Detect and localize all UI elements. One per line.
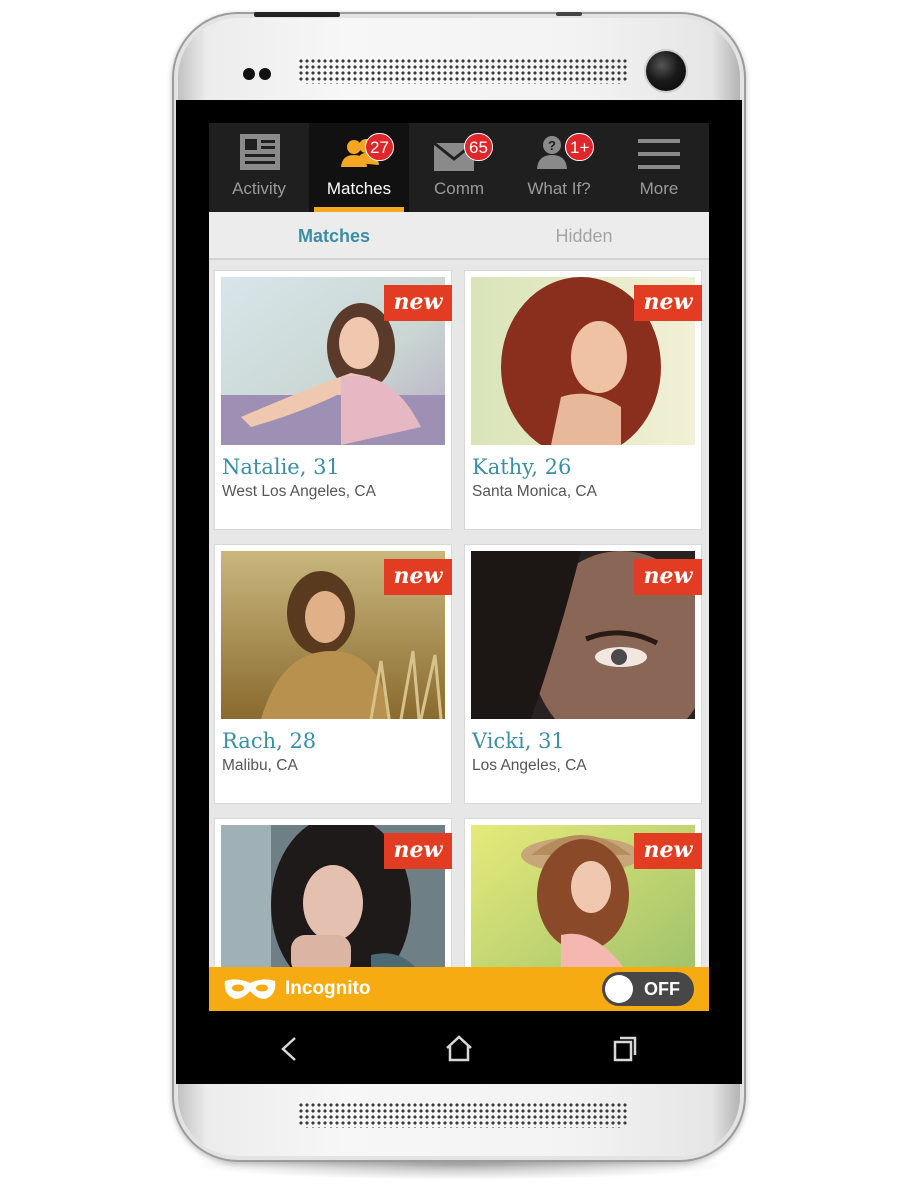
app-screen: Activity 27 Matches 65 Comm ? 1+ What If… <box>209 123 709 1011</box>
toggle-state-label: OFF <box>644 979 680 999</box>
new-badge: new <box>384 559 452 595</box>
top-speaker-grille <box>298 58 628 84</box>
match-location: Santa Monica, CA <box>472 483 597 500</box>
menu-icon <box>638 139 680 169</box>
top-tab-bar: Activity 27 Matches 65 Comm ? 1+ What If… <box>209 123 709 212</box>
tab-more[interactable]: More <box>609 123 709 212</box>
match-name: Vicki, 31 <box>472 729 565 753</box>
tab-label-matches: Matches <box>326 179 392 198</box>
newspaper-icon <box>240 134 280 170</box>
match-name: Rach, 28 <box>222 729 317 753</box>
incognito-label: Incognito <box>285 978 371 999</box>
tab-what-if[interactable]: ? 1+ What If? <box>509 123 609 212</box>
recent-apps-icon[interactable] <box>605 1032 645 1066</box>
subtab-matches[interactable]: Matches <box>209 212 459 258</box>
tab-matches[interactable]: 27 Matches <box>309 123 409 212</box>
match-location: West Los Angeles, CA <box>222 483 376 500</box>
toggle-knob <box>605 975 633 1003</box>
back-icon[interactable] <box>269 1032 309 1066</box>
power-button <box>254 12 340 17</box>
match-location: Malibu, CA <box>222 757 298 774</box>
tab-label-comm: Comm <box>433 179 485 198</box>
mask-icon <box>224 979 276 999</box>
match-card[interactable]: new Natalie, 31 West Los Angeles, CA <box>214 270 452 530</box>
tab-label-activity: Activity <box>232 179 286 198</box>
new-badge: new <box>384 285 452 321</box>
sub-tab-bar: Matches Hidden <box>209 212 709 260</box>
new-badge: new <box>634 833 702 869</box>
tab-activity[interactable]: Activity <box>209 123 309 212</box>
ir-sensor <box>556 12 582 16</box>
android-nav-bar <box>209 1012 709 1084</box>
match-name: Kathy, 26 <box>472 455 572 479</box>
subtab-hidden[interactable]: Hidden <box>459 212 709 258</box>
new-badge: new <box>384 833 452 869</box>
match-name: Natalie, 31 <box>222 455 340 479</box>
home-icon[interactable] <box>439 1032 479 1066</box>
match-card[interactable]: new Kathy, 26 Santa Monica, CA <box>464 270 702 530</box>
match-location: Los Angeles, CA <box>472 757 587 774</box>
what-if-badge: 1+ <box>565 133 595 161</box>
tab-label-more: More <box>639 179 679 198</box>
bottom-speaker-grille <box>298 1102 628 1128</box>
incognito-bar: Incognito OFF <box>209 967 709 1011</box>
proximity-sensors <box>243 67 275 85</box>
new-badge: new <box>634 285 702 321</box>
matches-badge: 27 <box>365 133 394 161</box>
incognito-toggle[interactable]: OFF <box>602 972 694 1006</box>
svg-text:?: ? <box>548 138 556 153</box>
match-card[interactable]: new Rach, 28 Malibu, CA <box>214 544 452 804</box>
match-card[interactable]: new Vicki, 31 Los Angeles, CA <box>464 544 702 804</box>
new-badge: new <box>634 559 702 595</box>
tab-label-what-if: What If? <box>527 179 591 198</box>
comm-badge: 65 <box>464 133 493 161</box>
front-camera <box>646 51 686 91</box>
tab-comm[interactable]: 65 Comm <box>409 123 509 212</box>
